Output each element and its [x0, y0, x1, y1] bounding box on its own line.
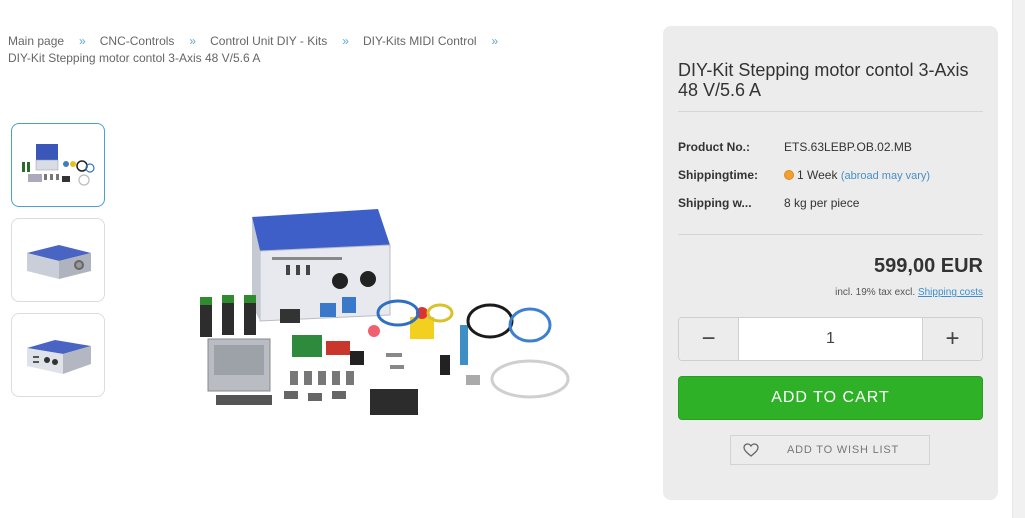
- breadcrumb-separator: »: [189, 34, 197, 48]
- add-to-cart-button[interactable]: ADD TO CART: [678, 376, 983, 420]
- property-row-shippingtime: Shippingtime: 1 Week (abroad may vary): [678, 161, 983, 189]
- heart-icon: [731, 443, 771, 457]
- scrollbar[interactable]: [1012, 0, 1025, 518]
- property-value: 8 kg per piece: [784, 196, 860, 210]
- quantity-increase-button[interactable]: +: [922, 318, 982, 360]
- shipping-costs-link[interactable]: Shipping costs: [918, 287, 983, 298]
- property-label: Shippingtime:: [678, 168, 758, 182]
- breadcrumb-link-midi[interactable]: DIY-Kits MIDI Control: [363, 34, 477, 48]
- enclosure-front-thumbnail-image: [27, 340, 91, 374]
- shipping-note: (abroad may vary): [840, 170, 931, 182]
- property-value-wrapper: 1 Week (abroad may vary): [784, 168, 930, 182]
- property-label: Shipping w...: [678, 196, 752, 210]
- tax-text: incl. 19% tax excl.: [835, 287, 916, 298]
- property-value: ETS.63LEBP.OB.02.MB: [784, 140, 912, 154]
- product-price: 599,00 EUR: [874, 255, 983, 277]
- product-title: DIY-Kit Stepping motor contol 3-Axis 48 …: [678, 60, 969, 100]
- availability-dot-icon: [784, 170, 794, 180]
- breadcrumb-link-control-unit[interactable]: Control Unit DIY - Kits: [210, 34, 327, 48]
- product-info-panel: DIY-Kit Stepping motor contol 3-Axis 48 …: [663, 26, 998, 500]
- divider: [678, 111, 983, 112]
- wish-list-label: ADD TO WISH LIST: [786, 444, 900, 456]
- breadcrumb-current: DIY-Kit Stepping motor contol 3-Axis 48 …: [8, 51, 261, 65]
- breadcrumb-link-cnc[interactable]: CNC-Controls: [100, 34, 175, 48]
- product-main-image[interactable]: [190, 205, 590, 425]
- thumbnail-enclosure-front[interactable]: [11, 313, 105, 397]
- breadcrumb-link-main[interactable]: Main page: [8, 34, 64, 48]
- enclosure-thumbnail-image: [27, 245, 91, 279]
- quantity-stepper: − 1 +: [678, 317, 983, 361]
- tax-info: incl. 19% tax excl. Shipping costs: [835, 287, 983, 298]
- product-photo: [200, 209, 570, 415]
- property-row-product-no: Product No.: ETS.63LEBP.OB.02.MB: [678, 133, 983, 161]
- quantity-decrease-button[interactable]: −: [679, 318, 739, 360]
- divider: [678, 234, 983, 235]
- thumbnail-gallery: [11, 123, 106, 408]
- kit-thumbnail-image: [22, 144, 95, 186]
- breadcrumb-separator: »: [79, 34, 86, 48]
- add-to-wish-list-button[interactable]: ADD TO WISH LIST: [730, 435, 930, 465]
- thumbnail-enclosure-side[interactable]: [11, 218, 105, 302]
- property-label: Product No.:: [678, 140, 750, 154]
- breadcrumb-separator: »: [491, 34, 499, 48]
- breadcrumb: Main page » CNC-Controls » Control Unit DIY …: [8, 33, 608, 67]
- product-properties: Product No.: ETS.63LEBP.OB.02.MB Shippin…: [678, 133, 983, 217]
- quantity-input[interactable]: 1: [739, 318, 922, 360]
- breadcrumb-separator: »: [342, 34, 349, 48]
- thumbnail-kit[interactable]: [11, 123, 105, 207]
- property-value: 1 Week: [797, 168, 838, 182]
- property-row-shipping-weight: Shipping w... 8 kg per piece: [678, 189, 983, 217]
